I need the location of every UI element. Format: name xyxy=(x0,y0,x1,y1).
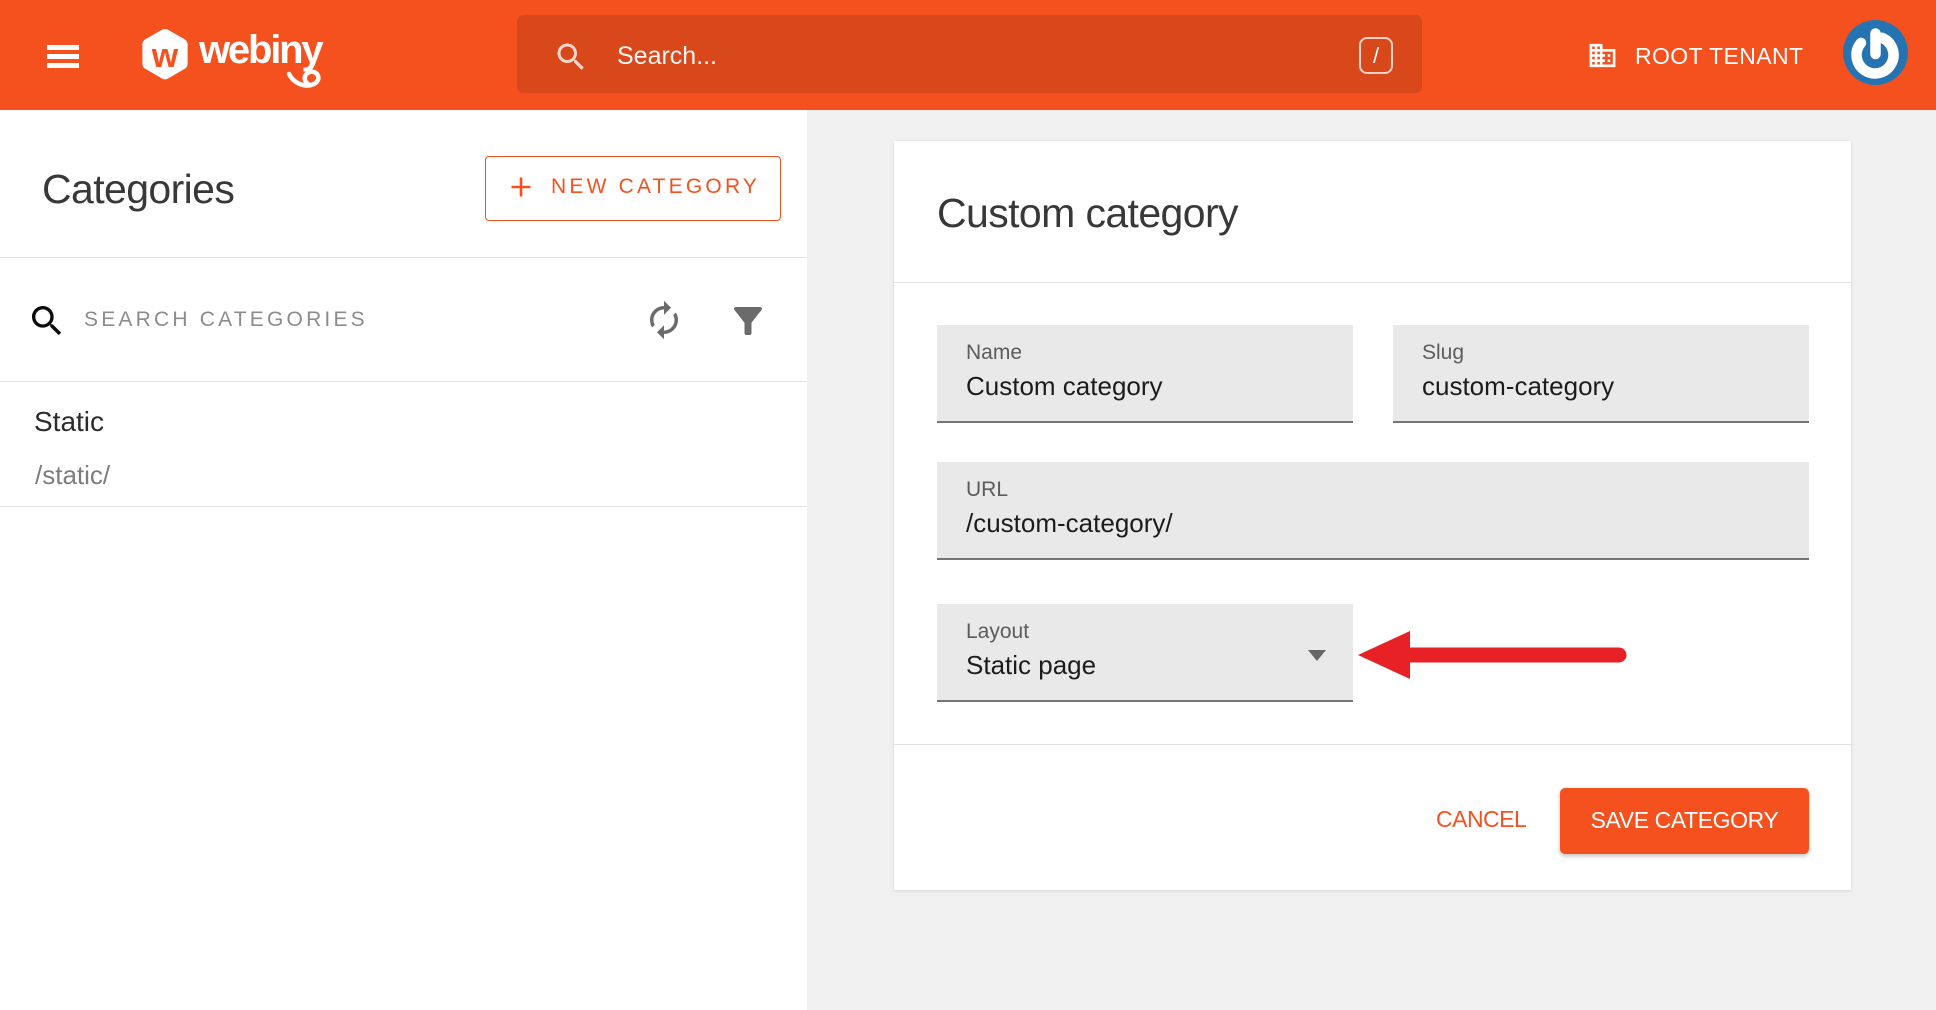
svg-text:w: w xyxy=(151,37,179,75)
